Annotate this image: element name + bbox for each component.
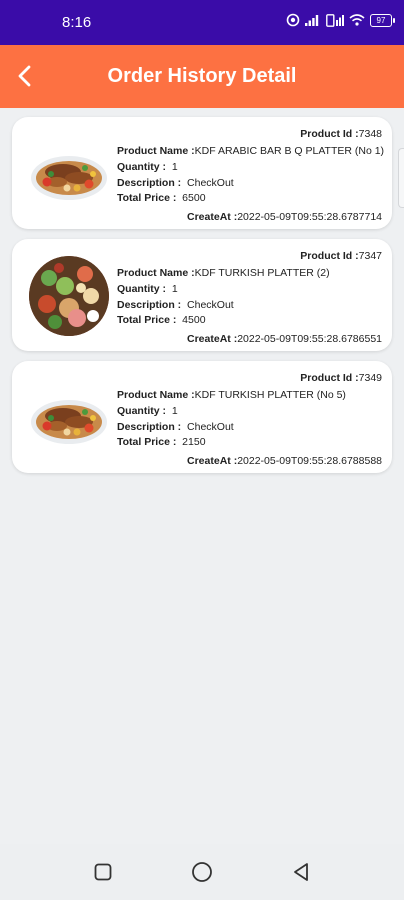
created-at-value: 2022-05-09T09:55:28.6787714 <box>237 211 382 223</box>
quantity-row: Quantity : 1 <box>117 282 330 298</box>
status-icons: 97 <box>286 13 395 27</box>
description-row: Description : CheckOut <box>117 298 330 314</box>
product-id-value: 7348 <box>358 128 382 140</box>
order-info: Product Name :KDF TURKISH PLATTER (2) Qu… <box>117 266 330 329</box>
total-price-row: Total Price : 6500 <box>117 191 384 207</box>
total-price-label: Total Price : <box>117 314 177 327</box>
home-icon[interactable] <box>190 860 214 884</box>
quantity-row: Quantity : 1 <box>117 404 346 420</box>
quantity-row: Quantity : 1 <box>117 160 384 176</box>
product-id-label: Product Id : <box>300 128 359 140</box>
product-id: Product Id :7347 <box>300 250 382 262</box>
product-name-label: Product Name : <box>117 267 195 279</box>
product-id-value: 7349 <box>358 372 382 384</box>
quantity-label: Quantity : <box>117 404 166 417</box>
total-price-value: 2150 <box>182 436 206 449</box>
description-row: Description : CheckOut <box>117 420 346 436</box>
product-name-value: KDF TURKISH PLATTER (No 5) <box>194 389 346 401</box>
page-title: Order History Detail <box>107 65 297 87</box>
description-label: Description : <box>117 298 182 311</box>
created-at-value: 2022-05-09T09:55:28.6786551 <box>237 333 382 345</box>
total-price-row: Total Price : 4500 <box>117 313 330 329</box>
product-id: Product Id :7348 <box>300 128 382 140</box>
product-id-label: Product Id : <box>300 372 359 384</box>
created-at-label: CreateAt : <box>187 211 238 223</box>
total-price-value: 6500 <box>182 192 206 205</box>
back-icon[interactable] <box>289 860 313 884</box>
description-label: Description : <box>117 176 182 189</box>
product-id-value: 7347 <box>358 250 382 262</box>
description-value: CheckOut <box>187 420 234 433</box>
location-icon <box>286 13 300 27</box>
bbq-platter-image <box>29 378 109 458</box>
turkish-salad-platter-image <box>29 256 109 336</box>
status-time: 8:16 <box>62 14 92 31</box>
navigation-bar <box>0 844 404 900</box>
wifi-icon <box>349 14 365 26</box>
quantity-label: Quantity : <box>117 282 166 295</box>
bbq-platter-image <box>29 134 109 214</box>
description-value: CheckOut <box>187 176 234 189</box>
product-name-row: Product Name :KDF TURKISH PLATTER (No 5) <box>117 388 346 404</box>
sim-signal-icon <box>326 13 344 27</box>
created-at-value: 2022-05-09T09:55:28.6788588 <box>237 455 382 467</box>
scroll-edge-handle[interactable] <box>398 148 404 208</box>
quantity-label: Quantity : <box>117 160 166 173</box>
total-price-label: Total Price : <box>117 192 177 205</box>
product-name-row: Product Name :KDF TURKISH PLATTER (2) <box>117 266 330 282</box>
product-name-label: Product Name : <box>117 145 195 157</box>
total-price-label: Total Price : <box>117 436 177 449</box>
order-list: Product Id :7348 Product Name :KDF ARABI… <box>12 117 392 483</box>
description-row: Description : CheckOut <box>117 176 384 192</box>
product-id-label: Product Id : <box>300 250 359 262</box>
product-name-label: Product Name : <box>117 389 195 401</box>
created-at: CreateAt :2022-05-09T09:55:28.6787714 <box>187 211 382 223</box>
product-name-value: KDF ARABIC BAR B Q PLATTER (No 1) <box>194 145 385 157</box>
quantity-value: 1 <box>171 160 178 173</box>
quantity-value: 1 <box>171 282 178 295</box>
recent-apps-icon[interactable] <box>91 860 115 884</box>
created-at: CreateAt :2022-05-09T09:55:28.6788588 <box>187 455 382 467</box>
app-bar: Order History Detail <box>0 45 404 108</box>
created-at-label: CreateAt : <box>187 455 238 467</box>
status-bar: 8:16 97 <box>0 0 404 45</box>
order-card[interactable]: Product Id :7348 Product Name :KDF ARABI… <box>12 117 392 229</box>
product-id: Product Id :7349 <box>300 372 382 384</box>
description-value: CheckOut <box>187 298 234 311</box>
quantity-value: 1 <box>171 404 178 417</box>
total-price-value: 4500 <box>182 314 206 327</box>
description-label: Description : <box>117 420 182 433</box>
order-info: Product Name :KDF ARABIC BAR B Q PLATTER… <box>117 144 384 207</box>
created-at: CreateAt :2022-05-09T09:55:28.6786551 <box>187 333 382 345</box>
battery-icon: 97 <box>370 13 395 27</box>
order-card[interactable]: Product Id :7349 Product Name :KDF TURKI… <box>12 361 392 473</box>
order-card[interactable]: Product Id :7347 Product Name :KDF TURKI… <box>12 239 392 351</box>
product-name-value: KDF TURKISH PLATTER (2) <box>194 267 330 279</box>
signal-icon <box>305 15 319 26</box>
order-info: Product Name :KDF TURKISH PLATTER (No 5)… <box>117 388 346 451</box>
created-at-label: CreateAt : <box>187 333 238 345</box>
total-price-row: Total Price : 2150 <box>117 435 346 451</box>
product-name-row: Product Name :KDF ARABIC BAR B Q PLATTER… <box>117 144 384 160</box>
